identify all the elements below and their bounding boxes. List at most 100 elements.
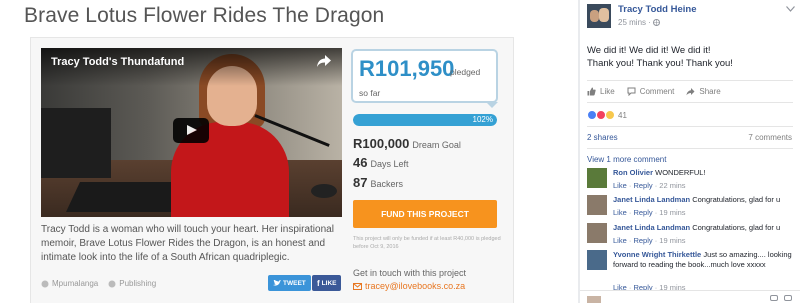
funding-note: This project will only be funded if at l…	[353, 236, 501, 250]
tag-location[interactable]: Mpumalanga	[52, 279, 98, 288]
reactions-summary[interactable]: 41	[587, 110, 627, 120]
campaign-description: Tracy Todd is a woman who will touch you…	[41, 224, 334, 263]
reactions-count: 41	[618, 110, 627, 120]
play-button[interactable]	[173, 118, 209, 143]
comment-body: WONDERFUL!	[655, 168, 706, 177]
author-avatar[interactable]	[587, 4, 611, 28]
goal-stat: R100,000 Dream Goal	[353, 136, 461, 151]
backers-value: 87	[353, 175, 368, 190]
commenter-name[interactable]: Janet Linda Landman	[613, 195, 690, 204]
emoji-icon[interactable]	[770, 295, 778, 301]
backers-label: Backers	[370, 179, 403, 189]
post-author[interactable]: Tracy Todd Heine	[618, 4, 696, 15]
comment-like-link[interactable]: Like	[613, 181, 627, 190]
comments-count[interactable]: 7 comments	[748, 133, 792, 142]
chevron-down-icon[interactable]	[786, 6, 795, 12]
commenter-avatar[interactable]	[587, 168, 607, 188]
comment-time[interactable]: 19 mins	[659, 208, 685, 217]
pledged-box-pointer	[486, 102, 498, 108]
campaign-tags: Mpumalanga Publishing	[41, 279, 156, 288]
video-microphone-base	[311, 184, 337, 198]
commenter-name[interactable]: Janet Linda Landman	[613, 223, 690, 232]
commenter-name[interactable]: Yvonne Wright Thirkettle	[613, 250, 701, 259]
comment-attach-icons	[764, 295, 792, 301]
commenter-avatar[interactable]	[587, 250, 607, 270]
comment-like-link[interactable]: Like	[613, 208, 627, 217]
share-arrow-icon	[686, 88, 695, 96]
comment: Janet Linda Landman Congratulations, gla…	[587, 195, 797, 225]
commenter-avatar[interactable]	[587, 195, 607, 215]
post-body: We did it! We did it! We did it! Thank y…	[587, 44, 733, 70]
days-left-label: Days Left	[370, 159, 409, 169]
play-icon	[187, 125, 197, 135]
tag-category[interactable]: Publishing	[119, 279, 156, 288]
commenter-avatar[interactable]	[587, 223, 607, 243]
location-icon	[41, 280, 49, 287]
commenter-name[interactable]: Ron Olivier	[613, 168, 653, 177]
like-label: Like	[600, 87, 615, 96]
globe-icon	[653, 19, 661, 26]
so-far-label: so far	[359, 88, 381, 98]
facebook-icon: f	[317, 278, 320, 288]
like-action[interactable]: Like	[587, 87, 615, 96]
divider	[587, 126, 793, 127]
fund-project-button[interactable]: FUND THIS PROJECT	[353, 200, 497, 228]
comment-reply-link[interactable]: Reply	[633, 208, 652, 217]
video-player[interactable]: Tracy Todd's Thundafund	[41, 48, 342, 217]
comment-text: Yvonne Wright Thirkettle Just so amazing…	[613, 250, 793, 270]
pledged-amount: R101,950	[359, 56, 455, 81]
mail-icon	[353, 282, 362, 290]
comment-text: Janet Linda Landman Congratulations, gla…	[613, 195, 793, 205]
contact-email: tracey@ilovebooks.co.za	[365, 281, 466, 291]
days-left-stat: 46 Days Left	[353, 155, 409, 170]
divider	[587, 148, 793, 149]
shares-count[interactable]: 2 shares	[587, 133, 618, 142]
comment-body: Congratulations, glad for u	[692, 223, 781, 232]
comment-like-link[interactable]: Like	[613, 236, 627, 245]
write-comment-box[interactable]	[580, 290, 800, 303]
days-left-value: 46	[353, 155, 368, 170]
post-line: Thank you! Thank you! Thank you!	[587, 58, 733, 69]
divider	[587, 80, 793, 81]
funding-progress-bar: 102%	[353, 114, 497, 126]
comment-reply-link[interactable]: Reply	[633, 236, 652, 245]
comment-label: Comment	[639, 87, 675, 96]
comment: Yvonne Wright Thirkettle Just so amazing…	[587, 250, 797, 292]
post-time-text: 25 mins ·	[618, 18, 654, 27]
comment-reply-link[interactable]: Reply	[633, 181, 652, 190]
backers-stat: 87 Backers	[353, 175, 403, 190]
facebook-post-panel: Tracy Todd Heine 25 mins · We did it! We…	[580, 0, 800, 303]
comment-action[interactable]: Comment	[627, 87, 675, 96]
thumbs-up-icon	[587, 87, 596, 96]
contact-email-link[interactable]: tracey@ilovebooks.co.za	[353, 281, 465, 291]
category-icon	[108, 280, 116, 287]
divider	[587, 102, 793, 103]
comment-meta: Like · Reply · 19 mins	[613, 208, 686, 217]
funding-progress-label: 102%	[472, 115, 493, 124]
view-more-comments-link[interactable]: View 1 more comment	[587, 155, 666, 164]
camera-icon[interactable]	[784, 295, 792, 301]
video-monitor	[41, 108, 111, 178]
comment-body: Congratulations, glad for u	[692, 195, 781, 204]
tweet-label: TWEET	[283, 279, 306, 287]
pledged-box: R101,950 pledged so far	[351, 49, 498, 103]
campaign-page: Brave Lotus Flower Rides The Dragon Trac…	[0, 0, 578, 303]
post-line: We did it! We did it! We did it!	[587, 45, 711, 56]
facebook-like-button[interactable]: f LIKE	[312, 275, 342, 291]
twitter-icon	[273, 279, 281, 286]
comment-text: Janet Linda Landman Congratulations, gla…	[613, 223, 793, 233]
comment: Janet Linda Landman Congratulations, gla…	[587, 223, 797, 253]
comment-time[interactable]: 19 mins	[659, 236, 685, 245]
pledged-label: pledged	[450, 67, 481, 77]
comment-time[interactable]: 22 mins	[659, 181, 685, 190]
page-title: Brave Lotus Flower Rides The Dragon	[24, 4, 385, 27]
post-actions: Like Comment Share	[587, 87, 733, 96]
comment-meta: Like · Reply · 22 mins	[613, 181, 686, 190]
tweet-button[interactable]: TWEET	[268, 275, 311, 291]
share-action[interactable]: Share	[686, 87, 721, 96]
like-label: LIKE	[321, 279, 337, 287]
post-time[interactable]: 25 mins ·	[618, 18, 661, 27]
comment-icon	[627, 87, 636, 96]
video-title[interactable]: Tracy Todd's Thundafund	[51, 56, 184, 68]
share-icon[interactable]	[316, 54, 332, 68]
